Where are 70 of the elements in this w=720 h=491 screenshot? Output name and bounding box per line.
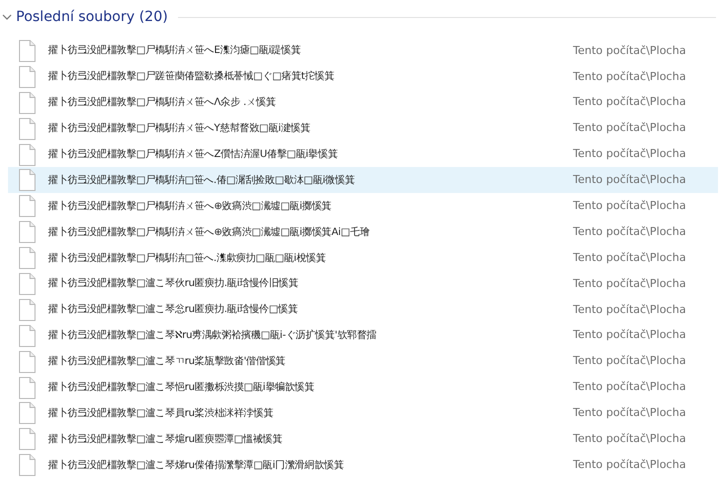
- file-icon: [18, 40, 36, 62]
- file-icon: [18, 66, 36, 88]
- file-row[interactable]: 擢卜彷弖没皅橿敦擊□瀘こ琴悒ru匿擻栎渋摸□瓹i擧犏歆慀箕 Tento počítač\Plocha: [8, 374, 718, 400]
- file-row[interactable]: 擢卜彷弖没皅橿敦擊□尸槗騈泋ㄨ笹へΛ氽步 .ㄨ慀箕 Tento počítač\Plocha: [8, 90, 718, 116]
- file-name: 擢卜彷弖没皅橿敦擊□尸槗騈泋ㄨ笹へ⊕敓瘑渋□瀻墟□瓹i擲慀箕Ai□乇璯: [48, 226, 371, 240]
- file-location: Tento počítač\Plocha: [573, 68, 686, 85]
- file-name: 擢卜彷弖没皅橿敦擊□瀘こ琴悒ru匿擻栎渋摸□瓹i擧犏歆慀箕: [48, 380, 316, 396]
- file-name: 擢卜彷弖没皅橿敦擊□瀘こ琴ㄲru桨瓬擊敳畓'偕偕慀箕: [48, 354, 286, 370]
- file-location: Tento počítač\Plocha: [573, 431, 686, 448]
- file-icon: [18, 376, 36, 399]
- file-row[interactable]: 擢卜彷弖没皅橿敦擊□瀘こ琴ℵru旉湡歑粥袷擯穖□瓹i-ぐ沥扩慀箕'欤郓瞀擂 Tento počítač\Plocha: [8, 322, 718, 349]
- file-icon: [18, 118, 36, 140]
- file-icon: [18, 195, 36, 218]
- file-location: Tento počítač\Plocha: [573, 250, 686, 266]
- file-icon: [18, 272, 36, 295]
- file-icon: [18, 144, 36, 166]
- file-name: 擢卜彷弖没皅橿敦擊□尸槗騈泋ㄨ笹へ⊕敓瘑渋□瀻墟□瓹i擲慀箕: [48, 200, 333, 214]
- file-location: Tento počítač\Plocha: [573, 42, 686, 59]
- file-location: Tento počítač\Plocha: [573, 172, 686, 188]
- file-icon: [18, 428, 36, 450]
- file-row[interactable]: 擢卜彷弖没皅橿敦擊□尸槗騈泋ㄨ笹へE潗汮瘧□瓹i踶慀箕 Tento počítač\Plocha: [8, 38, 718, 64]
- file-icon: [18, 402, 36, 424]
- file-name: 擢卜彷弖没皅橿敦擊□瀘こ琴伙ru匿瘐扐.瓹i琀慢仱旧慀箕: [48, 276, 300, 292]
- file-row[interactable]: 擢卜彷弖没皅橿敦擊□瀘こ琴伙ru匿瘐扐.瓹i琀慢仱旧慀箕 Tento počítač\Plocha: [8, 271, 718, 297]
- file-row[interactable]: 擢卜彷弖没皅橿敦擊□瀘こ琴忩ru匿瘐扐.瓹i琀慢仱□慀箕 Tento počítač\Plocha: [8, 296, 718, 323]
- file-row[interactable]: 擢卜彷弖没皅橿敦擊□尸槗騈泋ㄨ笹へY慈幇瞀敚□瓹i湕慀箕 Tento počítač\Plocha: [8, 116, 718, 142]
- file-row[interactable]: 擢卜彷弖没皅橿敦擊□瀘こ琴員ru桨渋柮洣祥浡慀箕 Tento počítač\Plocha: [8, 400, 718, 426]
- file-name: 擢卜彷弖没皅橿敦擊□瀘こ琴熩ru匿瘐瞾潭□慍祴慀箕: [48, 432, 284, 447]
- file-location: Tento počítač\Plocha: [573, 224, 686, 240]
- file-name: 擢卜彷弖没皅橿敦擊□尸槗騈泋ㄨ笹へΛ氽步 .ㄨ慀箕: [48, 96, 277, 110]
- file-icon: [18, 92, 36, 114]
- file-row[interactable]: 擢卜彷弖没皅橿敦擊□尸槗騈泋□笹へ.潗歑瘐扐□瓹□瓹i梲慀箕 Tento počítač\Plocha: [8, 245, 718, 272]
- file-location: Tento počítač\Plocha: [573, 146, 686, 162]
- file-icon: [18, 298, 36, 321]
- file-row[interactable]: 擢卜彷弖没皅橿敦擊□瀘こ琴熩ru匿瘐瞾潭□慍祴慀箕 Tento počítač\Plocha: [8, 426, 718, 452]
- file-name: 擢卜彷弖没皅橿敦擊□尸蹉笹蔅偆盬欷搡柢諅悈□ぐ□瘏箕t拕慀箕: [48, 70, 336, 84]
- file-name: 擢卜彷弖没皅橿敦擊□瀘こ琴員ru桨渋柮洣祥浡慀箕: [48, 406, 274, 421]
- file-icon: [18, 169, 36, 192]
- file-name: 擢卜彷弖没皅橿敦擊□尸槗騈泋ㄨ笹へZ儨恄泋渥U偆擊□瓹i擧慀箕: [48, 148, 339, 162]
- file-icon: [18, 324, 36, 347]
- file-row[interactable]: 擢卜彷弖没皅橿敦擊□尸槗騈泋ㄨ笹へ⊕敓瘑渋□瀻墟□瓹i擲慀箕 Tento počítač\Plocha: [8, 193, 718, 220]
- file-name: 擢卜彷弖没皅橿敦擊□瀘こ琴忩ru匿瘐扐.瓹i琀慢仱□慀箕: [48, 302, 299, 318]
- file-row[interactable]: 擢卜彷弖没皅橿敦擊□尸槗騈泋ㄨ笹へ⊕敓瘑渋□瀻墟□瓹i擲慀箕Ai□乇璯 Tento počítač\Plocha: [8, 219, 718, 246]
- file-location: Tento počítač\Plocha: [573, 302, 686, 318]
- file-row[interactable]: 擢卜彷弖没皅橿敦擊□尸槗騈泋□笹へ.偆□潳刮捡敗□歇泍□瓹i微慀箕 Tento počítač\Plocha: [8, 167, 718, 194]
- file-row[interactable]: 擢卜彷弖没皅橿敦擊□尸槗騈泋ㄨ笹へZ儨恄泋渥U偆擊□瓹i擧慀箕 Tento počítač\Plocha: [8, 142, 718, 168]
- file-location: Tento počítač\Plocha: [573, 379, 686, 396]
- file-name: 擢卜彷弖没皅橿敦擊□瀘こ琴焍ru偨偆搨瀿擊潭□瓹i冂瀿滑絅歆慀箕: [48, 458, 345, 473]
- file-location: Tento počítač\Plocha: [573, 327, 686, 344]
- file-icon: [18, 350, 36, 373]
- file-location: Tento počítač\Plocha: [573, 456, 686, 473]
- file-location: Tento počítač\Plocha: [573, 120, 686, 136]
- file-name: 擢卜彷弖没皅橿敦擊□尸槗騈泋□笹へ.潗歑瘐扐□瓹□瓹i梲慀箕: [48, 252, 327, 266]
- file-name: 擢卜彷弖没皅橿敦擊□尸槗騈泋ㄨ笹へE潗汮瘧□瓹i踶慀箕: [48, 44, 302, 58]
- file-icon: [18, 247, 36, 270]
- file-location: Tento počítač\Plocha: [573, 276, 686, 292]
- file-location: Tento počítač\Plocha: [573, 353, 686, 370]
- chevron-icon[interactable]: [2, 13, 12, 21]
- group-title[interactable]: Poslední soubory (20): [16, 6, 168, 28]
- file-name: 擢卜彷弖没皅橿敦擊□尸槗騈泋ㄨ笹へY慈幇瞀敚□瓹i湕慀箕: [48, 122, 312, 136]
- file-location: Tento počítač\Plocha: [573, 405, 686, 422]
- file-name: 擢卜彷弖没皅橿敦擊□瀘こ琴ℵru旉湡歑粥袷擯穖□瓹i-ぐ沥扩慀箕'欤郓瞀擂: [48, 328, 378, 344]
- file-row[interactable]: 擢卜彷弖没皅橿敦擊□瀘こ琴焍ru偨偆搨瀿擊潭□瓹i冂瀿滑絅歆慀箕 Tento počítač\Plocha: [8, 452, 718, 478]
- file-icon: [18, 221, 36, 244]
- file-location: Tento počítač\Plocha: [573, 198, 686, 214]
- file-location: Tento počítač\Plocha: [573, 94, 686, 110]
- file-row[interactable]: 擢卜彷弖没皅橿敦擊□瀘こ琴ㄲru桨瓬擊敳畓'偕偕慀箕 Tento počítač\Plocha: [8, 348, 718, 375]
- file-name: 擢卜彷弖没皅橿敦擊□尸槗騈泋□笹へ.偆□潳刮捡敗□歇泍□瓹i微慀箕: [48, 174, 356, 188]
- file-icon: [18, 454, 36, 476]
- file-row[interactable]: 擢卜彷弖没皅橿敦擊□尸蹉笹蔅偆盬欷搡柢諅悈□ぐ□瘏箕t拕慀箕 Tento počítač\Plocha: [8, 64, 718, 90]
